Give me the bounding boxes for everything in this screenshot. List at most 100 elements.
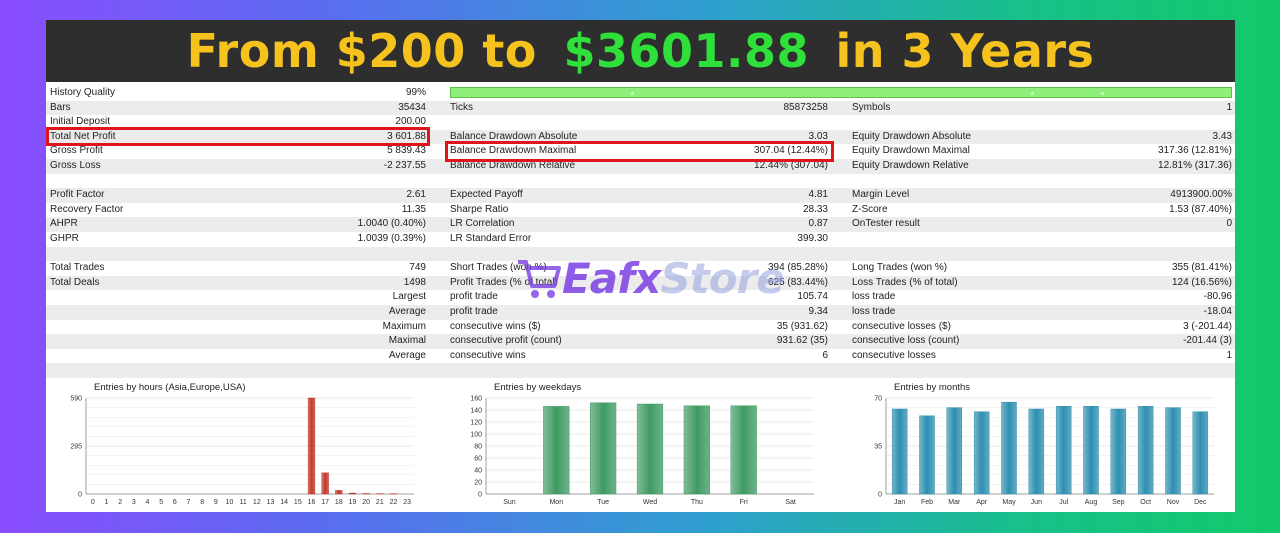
x-tick-label: Dec [1194,499,1207,506]
bar-Tue [590,402,617,495]
y-tick-label: 100 [470,432,482,439]
stat-value: 35 (931.62) [776,320,828,332]
x-tick-label: 5 [159,499,163,506]
x-tick-label: Feb [921,499,933,506]
stat-label: Average [388,349,426,361]
stat-value: 85873258 [783,101,829,113]
bar-17 [321,472,329,495]
stat-value: 28.33 [802,203,828,215]
x-tick-label: 2 [118,499,122,506]
x-tick-label: 22 [390,499,398,506]
bar-18 [335,490,343,495]
bar-Jun [1028,408,1045,495]
x-tick-label: 9 [214,499,218,506]
highlight-balance-drawdown-maximal [445,141,834,162]
x-tick-label: Tue [597,499,609,506]
stat-value: 1 [1226,101,1232,113]
stats-row [46,246,1235,262]
x-tick-label: Oct [1140,499,1151,506]
x-tick-label: Sep [1112,499,1125,506]
x-tick-label: 21 [376,499,384,506]
history-quality-bar [450,87,1232,98]
stats-row: Bars 35434 Ticks 85873258 Symbols 1 [46,100,1235,116]
stat-value: 0.87 [808,218,828,230]
stats-row: Maximum consecutive wins ($) 35 (931.62) co… [46,320,1235,335]
stat-value: 12.81% (317.36) [1158,160,1232,171]
chart-hours-svg: 02955900 1 2 3 4 5 6 7 8 9 10 11 12 13 14 15 16 17 18 19 20 2… [70,396,414,506]
stat-value: 9.34 [808,306,828,317]
bar-Mon [543,406,570,495]
x-tick-label: Aug [1085,499,1098,506]
bar-Mar [946,407,963,495]
x-tick-label: 12 [253,499,261,506]
stat-value: 749 [409,262,426,274]
stat-value: 105.74 [797,291,828,303]
y-tick-label: 70 [874,396,882,403]
y-tick-label: 80 [474,444,482,451]
chart-months: Entries by months 0 35 70 Jan Feb Mar Apr May Ju… [860,382,1226,512]
x-tick-label: 11 [240,499,247,506]
stat-label: Maximum [382,320,426,332]
stat-value: 4.81 [808,189,828,201]
stat-value: 399.30 [797,233,828,244]
stats-row [46,174,1235,189]
stats-row: History Quality 99% [46,86,1235,101]
x-tick-label: 7 [187,499,191,506]
bar-Fri [730,405,757,495]
stat-value: 5 839.43 [387,145,426,157]
x-tick-label: 1 [105,499,109,506]
x-tick-label: 8 [200,499,204,506]
stat-value: 355 (81.41%) [1171,262,1232,274]
x-tick-label: 4 [146,499,150,506]
stats-row: GHPR 1.0039 (0.39%) LR Standard Error 399.3… [46,232,1235,247]
x-tick-label: Jan [894,499,905,506]
bar-Dec [1192,411,1209,495]
bar-Apr [973,411,990,495]
stat-value: -80.96 [1203,291,1232,303]
stat-value: 0 [1226,218,1232,230]
chart-months-svg: 0 35 70 Jan Feb Mar Apr May Jun Jul Aug Sep Oct Nov De… [874,396,1214,506]
chart-hours: Entries by hours (Asia,Europe,USA) 0 295 5… [60,382,426,512]
bar-Feb [919,415,935,495]
stat-label: Largest [392,291,426,303]
x-tick-label: Wed [643,499,657,506]
stat-value: 11.35 [401,203,426,215]
bar-Jan [891,408,908,495]
report-frame: From $200 to $3601.88 in 3 Years History… [46,20,1235,512]
x-tick-label: 17 [321,499,329,506]
x-tick-label: 18 [335,499,343,506]
x-tick-label: Nov [1167,499,1180,506]
y-tick-label: 0 [878,492,882,499]
stat-value: 3 (-201.44) [1183,320,1232,332]
bar-May [1001,401,1017,495]
stat-value: 99% [405,87,426,98]
stat-label: Maximal [388,335,426,347]
x-tick-label: 0 [91,499,95,506]
chart-title: Entries by months [894,382,971,393]
stats-row: Maximal consecutive profit (count) 931.62 … [46,334,1235,349]
stats-row: Recovery Factor 11.35 Sharpe Ratio 28.33 Z-S… [46,203,1235,218]
x-tick-label: Jun [1031,499,1042,506]
x-tick-label: May [1002,499,1016,506]
y-tick-label: 60 [474,456,482,463]
x-tick-label: 16 [308,499,316,506]
stats-row: Average consecutive wins 6 consecutive loss… [46,349,1235,364]
stat-value: 35434 [398,101,426,113]
bar-Thu [683,405,710,495]
chart-title: Entries by weekdays [494,382,582,393]
chart-title: Entries by hours (Asia,Europe,USA) [94,382,246,393]
headline-part-3: in 3 Years [818,24,1095,78]
stat-value: -18.04 [1203,306,1232,317]
bar-Nov [1165,407,1181,495]
bar-19 [348,492,357,495]
x-tick-label: 23 [403,499,411,506]
x-tick-label: 13 [267,499,275,506]
bar-16 [307,397,316,495]
y-tick-label: 140 [470,408,482,415]
stat-value: 317.36 (12.81%) [1158,145,1232,157]
x-tick-label: 6 [173,499,177,506]
bar-Jul [1055,406,1072,495]
stat-value: 625 (83.44%) [767,276,828,288]
x-tick-label: Sat [785,499,796,506]
stats-row [46,363,1235,378]
